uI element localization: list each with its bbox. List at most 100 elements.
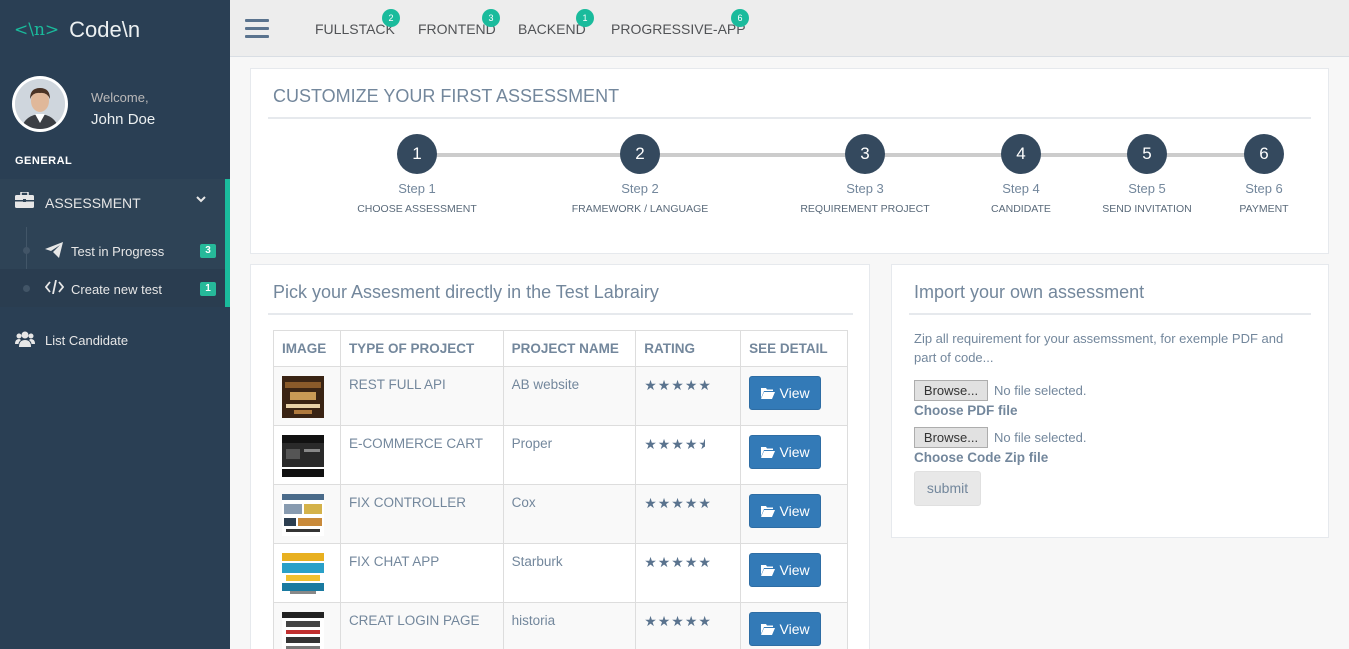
view-button[interactable]: View — [749, 494, 822, 528]
zip-file-input[interactable]: Browse... No file selected. — [914, 426, 1087, 448]
table-row: FIX CHAT APP Starburk ★★★★★ View — [273, 543, 848, 603]
library-title: Pick your Assesment directly in the Test… — [273, 282, 659, 302]
step-number: 1 — [397, 134, 437, 174]
project-type: FIX CONTROLLER — [339, 484, 504, 544]
pdf-file-label: Choose PDF file — [914, 403, 1018, 418]
count-badge: 3 — [200, 244, 216, 258]
sidebar-item-create-new-test[interactable]: Create new test 1 — [0, 269, 225, 307]
view-button[interactable]: View — [749, 553, 822, 587]
briefcase-icon — [15, 191, 34, 211]
step-number: 3 — [845, 134, 885, 174]
browse-button[interactable]: Browse... — [914, 379, 988, 401]
panel-divider — [268, 117, 1311, 119]
sidebar-menu-assessment: ASSESSMENT Test in Progress 3 Create new… — [0, 179, 230, 307]
import-description: Zip all requirement for your assemssment… — [914, 331, 1284, 365]
step-label: Step 6 — [1245, 181, 1283, 196]
rating-stars: ★★★★★ — [644, 377, 712, 393]
column-header: RATING — [635, 330, 742, 367]
avatar — [12, 76, 68, 132]
sidebar-item-list-candidate[interactable]: List Candidate — [0, 325, 230, 357]
top-nav: FULLSTACK 2 FRONTEND 3 BACKEND 1 PROGRES… — [230, 0, 1349, 57]
project-thumbnail — [282, 553, 324, 595]
sidebar-item-label: Create new test — [71, 282, 163, 297]
image-cell — [273, 602, 341, 649]
project-name: Cox — [502, 484, 637, 544]
assessment-table: IMAGE TYPE OF PROJECT PROJECT NAME RATIN… — [273, 330, 848, 649]
nav-badge: 3 — [482, 9, 500, 27]
image-cell — [273, 366, 341, 426]
folder-open-icon — [760, 447, 775, 458]
step-label: Step 2 — [621, 181, 659, 196]
code-icon — [44, 279, 65, 297]
step-label: Step 1 — [398, 181, 436, 196]
nav-badge: 1 — [576, 9, 594, 27]
panel-divider — [268, 313, 853, 315]
step-number: 6 — [1244, 134, 1284, 174]
submit-button[interactable]: submit — [914, 471, 981, 506]
file-status: No file selected. — [994, 429, 1087, 445]
brand[interactable]: <\n> Code\n — [14, 17, 140, 43]
welcome-text: Welcome, — [91, 90, 149, 105]
project-thumbnail — [282, 376, 324, 418]
step-description: REQUIREMENT PROJECT — [800, 203, 930, 215]
table-row: FIX CONTROLLER Cox ★★★★★ View — [273, 484, 848, 544]
view-button[interactable]: View — [749, 612, 822, 646]
project-thumbnail — [282, 494, 324, 536]
column-header: IMAGE — [273, 330, 341, 367]
user-photo — [15, 79, 65, 129]
nav-item-backend[interactable]: BACKEND — [518, 21, 586, 37]
library-panel: Pick your Assesment directly in the Test… — [250, 264, 870, 649]
project-name: Proper — [502, 425, 637, 485]
count-badge: 1 — [200, 282, 216, 296]
users-icon — [15, 330, 35, 351]
sidebar-item-test-in-progress[interactable]: Test in Progress 3 — [0, 231, 225, 269]
column-header: SEE DETAIL — [740, 330, 848, 367]
step-number: 2 — [620, 134, 660, 174]
project-type: FIX CHAT APP — [339, 543, 504, 603]
submenu-dot — [23, 247, 30, 254]
menu-toggle-icon[interactable] — [245, 19, 269, 39]
paper-plane-icon — [45, 242, 63, 261]
step-number: 5 — [1127, 134, 1167, 174]
project-thumbnail — [282, 612, 324, 649]
chevron-down-icon — [195, 193, 207, 208]
sidebar-item-assessment[interactable]: ASSESSMENT — [0, 179, 225, 223]
column-header: PROJECT NAME — [502, 330, 637, 367]
rating-stars: ★★★★★ — [644, 436, 705, 452]
project-thumbnail — [282, 435, 324, 477]
step-description: FRAMEWORK / LANGUAGE — [571, 203, 709, 215]
view-button[interactable]: View — [749, 376, 822, 410]
column-header: TYPE OF PROJECT — [339, 330, 504, 367]
folder-open-icon — [760, 506, 775, 517]
table-header-row: IMAGE TYPE OF PROJECT PROJECT NAME RATIN… — [273, 330, 848, 367]
nav-item-progressive-app[interactable]: PROGRESSIVE-APP — [611, 21, 746, 37]
step-number: 4 — [1001, 134, 1041, 174]
project-type: CREAT LOGIN PAGE — [339, 602, 504, 649]
nav-badge: 6 — [731, 9, 749, 27]
table-row: REST FULL API AB website ★★★★★ View — [273, 366, 848, 426]
view-button[interactable]: View — [749, 435, 822, 469]
pdf-file-input[interactable]: Browse... No file selected. — [914, 379, 1087, 401]
image-cell — [273, 484, 341, 544]
sidebar: <\n> Code\n Welcome, John Doe GENERAL AS — [0, 0, 230, 649]
sidebar-item-label: List Candidate — [45, 333, 129, 348]
project-type: REST FULL API — [339, 366, 504, 426]
project-name: Starburk — [502, 543, 637, 603]
step-description: PAYMENT — [1239, 203, 1289, 215]
wizard-title: CUSTOMIZE YOUR FIRST ASSESSMENT — [273, 86, 620, 106]
import-title: Import your own assessment — [914, 282, 1145, 302]
file-status: No file selected. — [994, 382, 1087, 398]
step-description: CHOOSE ASSESSMENT — [357, 203, 477, 215]
browse-button[interactable]: Browse... — [914, 426, 988, 448]
sidebar-item-label: Test in Progress — [71, 244, 165, 259]
step-label: Step 3 — [846, 181, 884, 196]
brand-logo: <\n> — [14, 20, 60, 40]
image-cell — [273, 543, 341, 603]
brand-name: Code\n — [69, 17, 141, 42]
project-name: AB website — [502, 366, 637, 426]
submenu-dot — [23, 285, 30, 292]
import-panel: Import your own assessment Zip all requi… — [891, 264, 1329, 538]
sidebar-item-label: ASSESSMENT — [45, 195, 141, 211]
rating-stars: ★★★★★ — [644, 613, 712, 629]
project-name: historia — [502, 602, 637, 649]
